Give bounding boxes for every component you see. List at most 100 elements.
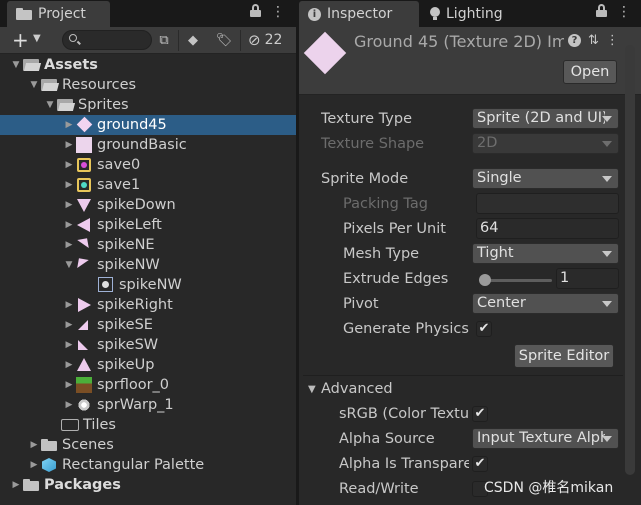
lock-icon[interactable]	[250, 4, 261, 17]
alpha-source-dropdown[interactable]: Input Texture Alpha	[472, 428, 619, 449]
tree-item-spikeright[interactable]: ▶ spikeRight	[0, 295, 296, 315]
collapsed-arrow-icon[interactable]: ▶	[63, 360, 75, 370]
tree-item-assets[interactable]: ▼ Assets	[0, 55, 296, 75]
pivot-dropdown[interactable]: Center	[472, 293, 619, 314]
open-button[interactable]: Open	[563, 60, 617, 84]
tree-item-groundbasic[interactable]: ▶ groundBasic	[0, 135, 296, 155]
expanded-arrow-icon[interactable]: ▼	[10, 60, 22, 70]
info-icon: i	[308, 7, 321, 21]
advanced-foldout[interactable]: Advanced	[321, 379, 393, 399]
collapsed-arrow-icon[interactable]: ▶	[28, 460, 40, 470]
alpha-transparency-checkbox[interactable]: ✔	[472, 456, 488, 472]
hidden-packages-toggle[interactable]: ⊘ 22	[248, 31, 282, 49]
tree-item-save1[interactable]: ▶ save1	[0, 175, 296, 195]
tree-item-tiles[interactable]: Tiles	[0, 415, 296, 435]
tree-item-resources[interactable]: ▼ Resources	[0, 75, 296, 95]
chevron-down-icon[interactable]: ▼	[33, 33, 41, 44]
asset-header-controls: ? ⇅ ⋮	[568, 33, 619, 48]
tree-item-sprfloor[interactable]: ▶ sprfloor_0	[0, 375, 296, 395]
collapsed-arrow-icon[interactable]: ▶	[63, 240, 75, 250]
extrude-edges-label: Extrude Edges	[343, 271, 449, 287]
expanded-arrow-icon[interactable]: ▼	[44, 100, 56, 110]
tree-item-label: save1	[97, 177, 141, 193]
sprite-editor-button[interactable]: Sprite Editor	[514, 344, 614, 368]
search-field[interactable]	[62, 30, 152, 50]
srgb-label: sRGB (Color Texture)	[339, 406, 469, 422]
tree-item-label: Scenes	[62, 437, 114, 453]
tree-item-label: spikeNW	[97, 257, 160, 273]
collapsed-arrow-icon[interactable]: ▶	[63, 180, 75, 190]
triangle-se-icon	[75, 317, 93, 333]
tree-item-scenes[interactable]: ▶ Scenes	[0, 435, 296, 455]
collapsed-arrow-icon[interactable]: ▶	[63, 400, 75, 410]
collapsed-arrow-icon[interactable]: ▶	[63, 340, 75, 350]
texture-type-label: Texture Type	[321, 111, 412, 127]
tab-inspector[interactable]: i Inspector	[299, 1, 419, 27]
pixels-per-unit-field[interactable]: 64	[476, 218, 619, 239]
inspector-tab-controls: ⋮	[596, 4, 631, 20]
collapsed-arrow-icon[interactable]: ▶	[63, 380, 75, 390]
tree-item-sprites[interactable]: ▼ Sprites	[0, 95, 296, 115]
section-divider	[303, 375, 623, 376]
project-tabbar: Project ⋮	[0, 0, 296, 27]
collapsed-arrow-icon[interactable]: ▶	[63, 300, 75, 310]
more-options-icon[interactable]: ⋮	[617, 4, 631, 20]
collapsed-arrow-icon[interactable]: ▶	[63, 320, 75, 330]
extrude-edges-field[interactable]: 1	[556, 268, 619, 289]
tree-item-spikenw[interactable]: ▼ spikeNW	[0, 255, 296, 275]
tree-item-rectangular-palette[interactable]: ▶ Rectangular Palette	[0, 455, 296, 475]
asset-title: Ground 45 (Texture 2D) Import Settings	[354, 32, 564, 51]
tab-project-label: Project	[38, 6, 86, 22]
mesh-type-dropdown[interactable]: Tight	[472, 243, 619, 264]
collapsed-arrow-icon[interactable]: ▶	[63, 160, 75, 170]
generate-physics-checkbox[interactable]: ✔	[476, 321, 492, 337]
expanded-arrow-icon[interactable]: ▼	[308, 384, 316, 395]
collapsed-arrow-icon[interactable]: ▶	[28, 440, 40, 450]
collapsed-arrow-icon[interactable]: ▶	[63, 200, 75, 210]
collapsed-arrow-icon[interactable]: ▶	[63, 140, 75, 150]
expanded-arrow-icon[interactable]: ▼	[28, 80, 40, 90]
sprite-mode-dropdown[interactable]: Single	[472, 168, 619, 189]
tree-item-ground45[interactable]: ▶ ground45	[0, 115, 296, 135]
mesh-type-label: Mesh Type	[343, 246, 420, 262]
triangle-right-icon	[75, 297, 93, 313]
help-icon[interactable]: ?	[568, 34, 581, 47]
lock-icon[interactable]	[596, 4, 607, 17]
extrude-edges-slider-handle[interactable]	[479, 274, 491, 286]
tree-item-spikene[interactable]: ▶ spikeNE	[0, 235, 296, 255]
tree-item-save0[interactable]: ▶ save0	[0, 155, 296, 175]
tree-item-label: groundBasic	[97, 137, 187, 153]
more-options-icon[interactable]: ⋮	[606, 33, 619, 48]
tree-item-spikenw-sprite[interactable]: spikeNW	[0, 275, 296, 295]
inspector-scrollbar[interactable]	[625, 45, 635, 475]
search-by-type-icon[interactable]: ⧉	[154, 31, 174, 50]
expanded-arrow-icon[interactable]: ▼	[63, 260, 75, 270]
search-input[interactable]	[81, 32, 149, 48]
collapsed-arrow-icon[interactable]: ▶	[63, 120, 75, 130]
triangle-nw-icon	[75, 257, 93, 273]
texture-type-dropdown[interactable]: Sprite (2D and UI)	[472, 108, 619, 129]
tree-item-label: Assets	[44, 57, 98, 73]
tree-item-spikeup[interactable]: ▶ spikeUp	[0, 355, 296, 375]
extrude-edges-slider-track[interactable]	[482, 279, 552, 282]
collapsed-arrow-icon[interactable]: ▶	[63, 220, 75, 230]
tree-item-spikesw[interactable]: ▶ spikeSW	[0, 335, 296, 355]
tree-item-label: spikeNE	[97, 237, 155, 253]
tree-item-packages[interactable]: ▶ Packages	[0, 475, 296, 495]
triangle-left-icon	[75, 217, 93, 233]
presets-icon[interactable]: ⇅	[588, 33, 599, 48]
sprite-square-icon	[75, 137, 93, 153]
more-options-icon[interactable]: ⋮	[271, 4, 285, 20]
tree-item-spikese[interactable]: ▶ spikeSE	[0, 315, 296, 335]
create-button[interactable]: +	[12, 30, 29, 50]
filter-by-type-icon[interactable]: ◆	[183, 31, 203, 50]
filter-by-label-icon[interactable]: 🏷	[214, 31, 234, 50]
tree-item-spikeleft[interactable]: ▶ spikeLeft	[0, 215, 296, 235]
srgb-checkbox[interactable]: ✔	[472, 406, 488, 422]
triangle-up-icon	[75, 357, 93, 373]
tab-project[interactable]: Project	[7, 1, 110, 27]
collapsed-arrow-icon[interactable]: ▶	[10, 480, 22, 490]
tree-item-spikedown[interactable]: ▶ spikeDown	[0, 195, 296, 215]
tab-lighting[interactable]: Lighting	[421, 1, 541, 27]
tree-item-sprwarp[interactable]: ▶ sprWarp_1	[0, 395, 296, 415]
